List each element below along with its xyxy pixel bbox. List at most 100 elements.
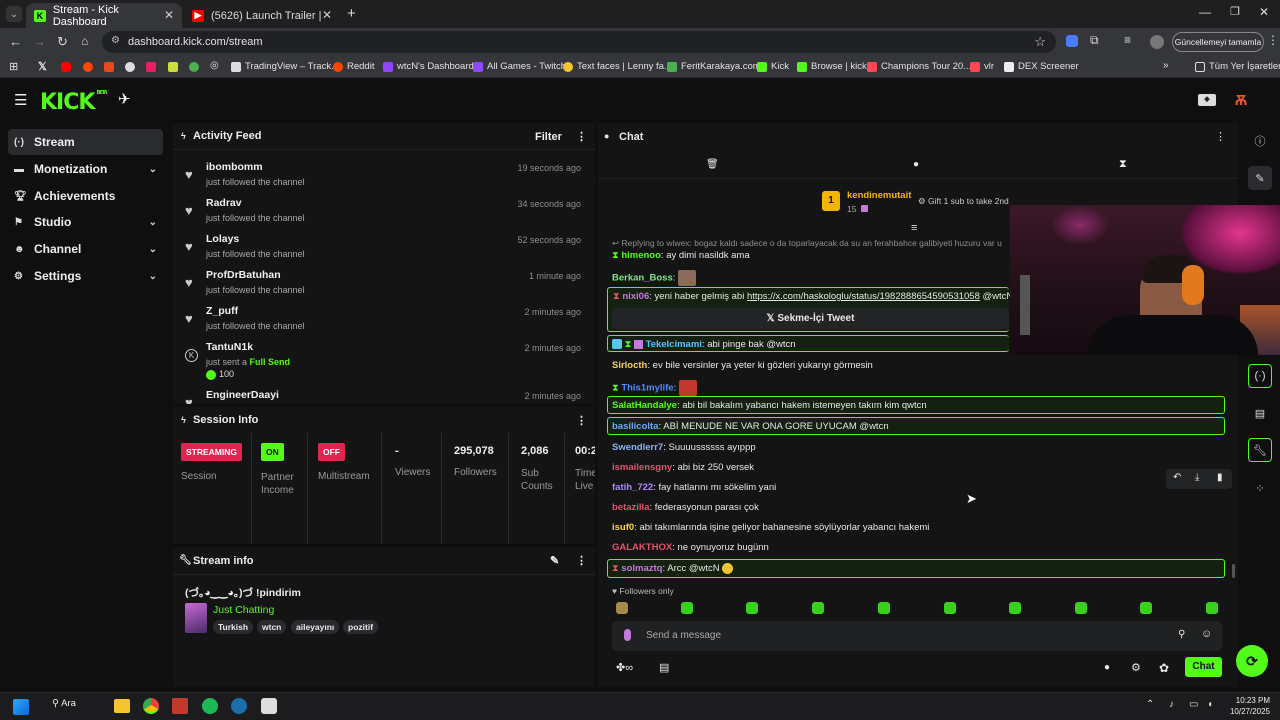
reply-icon[interactable]: ↶ (1173, 472, 1181, 483)
rocket-icon[interactable]: ✈ (118, 90, 131, 108)
sidebar-item-achievements[interactable]: 🏆︎ Achievements (8, 183, 163, 209)
bookmark-browse-kick[interactable]: Browse | kick (797, 61, 867, 72)
tab-search-button[interactable]: ⌄ (6, 6, 22, 22)
spotify-icon[interactable] (202, 698, 218, 714)
tab-youtube[interactable]: ▶ (5626) Launch Trailer | ARC Raid ✕ (184, 3, 340, 28)
bookmark-twitch-dashboard[interactable]: wtcN's Dashboard (383, 61, 474, 72)
dex-header-icon[interactable]: ◈ (1198, 94, 1216, 106)
chat-username[interactable]: GALAKTHOX (612, 542, 672, 553)
apps-dots-icon[interactable]: ⁘ (1248, 476, 1272, 500)
chat-username[interactable]: basilicolta (612, 421, 658, 432)
chat-username[interactable]: solmaztq (621, 563, 662, 574)
chat-bubble-icon[interactable]: ● (1104, 662, 1110, 673)
bookmark-icon[interactable] (104, 62, 114, 72)
bookmark-lenny[interactable]: Text faces | Lenny fa... (563, 61, 672, 72)
menu-dots-icon[interactable]: ⋮ (1267, 33, 1279, 47)
extensions-puzzle-icon[interactable]: ⧉ (1090, 33, 1099, 48)
bookmark-star-icon[interactable]: ☆ (1034, 34, 1046, 50)
close-tab-icon[interactable]: ✕ (164, 8, 174, 22)
expand-pins-icon[interactable]: ≡ (911, 222, 917, 234)
gear-icon[interactable]: ⚙ (1131, 661, 1141, 674)
bookmark-icon[interactable] (168, 62, 178, 72)
bookmark-feritkarakaya[interactable]: FeritKarakaya.com (667, 61, 761, 72)
chat-username[interactable]: ismailensgny (612, 462, 672, 473)
category-link[interactable]: Just Chatting (213, 604, 274, 616)
windows-start-icon[interactable] (13, 699, 29, 715)
chat-bubble-icon[interactable]: ● (913, 159, 919, 170)
people-infinity-icon[interactable]: ✤∞ (616, 661, 633, 674)
bookmark-icon[interactable] (189, 62, 199, 72)
bookmark-dex-screener[interactable]: DEX Screener (1004, 61, 1079, 72)
emote-icon[interactable] (1206, 602, 1218, 614)
bookmark-vlr[interactable]: vlr (970, 61, 994, 72)
hourglass-icon[interactable]: ⧗ (1119, 158, 1127, 171)
more-bookmarks-icon[interactable]: » (1163, 60, 1169, 71)
emote-icon[interactable] (944, 602, 956, 614)
emote-icon[interactable] (1140, 602, 1152, 614)
emote-icon[interactable] (1075, 602, 1087, 614)
x-bookmark-icon[interactable]: 𝕏 (38, 60, 47, 73)
home-icon[interactable]: ⌂ (81, 34, 88, 48)
emote-icon[interactable] (878, 602, 890, 614)
chat-username[interactable]: This1mylife (621, 383, 673, 394)
filter-button[interactable]: Filter (535, 131, 562, 143)
steam-icon[interactable] (231, 698, 247, 714)
back-icon[interactable]: ← (9, 34, 22, 49)
bookmark-tradingview[interactable]: TradingView – Track... (231, 61, 339, 72)
emote-icon[interactable] (681, 602, 693, 614)
apps-grid-icon[interactable]: ⊞ (9, 60, 18, 73)
chat-username[interactable]: fatih_722 (612, 482, 653, 493)
site-info-icon[interactable]: ⚙ (111, 35, 120, 46)
volume-icon[interactable]: ◖ (1207, 699, 1213, 710)
chat-input[interactable]: Send a message ⚲ ☺ (612, 621, 1222, 651)
sidebar-item-settings[interactable]: ⚙ Settings ⌄ (8, 263, 163, 289)
close-tab-icon[interactable]: ✕ (322, 8, 332, 22)
broadcast-icon[interactable]: (·) (1248, 364, 1272, 388)
emote-icon[interactable] (746, 602, 758, 614)
network-icon[interactable]: ▭ (1189, 699, 1198, 710)
microphone-icon[interactable] (624, 629, 631, 641)
wrench-icon[interactable]: 🔧︎ (1248, 438, 1272, 462)
inline-tweet-button[interactable]: 𝕏 Sekme-İçi Tweet (612, 308, 1009, 329)
extension-icon[interactable] (1066, 35, 1078, 47)
reload-icon[interactable]: ↻ (57, 34, 68, 50)
taskbar-search[interactable]: ⚲ Ara (52, 698, 76, 709)
sidebar-item-studio[interactable]: ⚑ Studio ⌄ (8, 209, 163, 235)
bookmark-champions-tour[interactable]: Champions Tour 20... (867, 61, 971, 72)
emote-icon[interactable] (1009, 602, 1021, 614)
leaderboard-entry[interactable]: 1 kendinemutait 15 (822, 189, 922, 217)
info-icon[interactable]: ⓘ (1248, 129, 1272, 153)
emoji-picker-icon[interactable]: ☺ (1201, 628, 1212, 640)
address-bar[interactable]: ⚙ dashboard.kick.com/stream ☆ (102, 31, 1056, 53)
chat-username[interactable]: SalatHandalye (612, 400, 677, 411)
menu-dots-icon[interactable]: ⋮ (576, 554, 587, 567)
close-window-button[interactable]: ✕ (1259, 5, 1269, 19)
update-button[interactable]: Güncellemeyi tamamla (1172, 32, 1264, 52)
emote-icon[interactable] (616, 602, 628, 614)
help-button[interactable]: ⟳ (1236, 645, 1268, 677)
tag-chip[interactable]: Turkish (213, 620, 254, 634)
bookmark-icon[interactable] (125, 62, 135, 72)
sidebar-item-channel[interactable]: ☻ Channel ⌄ (8, 236, 163, 262)
pin-icon[interactable]: ⤓ (1195, 472, 1199, 483)
chat-username[interactable]: betazilla (612, 502, 650, 513)
trash-icon[interactable]: ▮ (1217, 472, 1223, 483)
edit-pencil-icon[interactable]: ✎ (1248, 166, 1272, 190)
recording-app-icon[interactable] (172, 698, 188, 714)
store-icon[interactable]: ▤ (659, 661, 669, 674)
globe-icon[interactable]: ◎ (210, 60, 219, 71)
user-avatar[interactable]: Ѫ (1235, 92, 1253, 109)
translate-icon[interactable]: ⚲ (1178, 629, 1185, 640)
gift-sub-link[interactable]: ⚙ Gift 1 sub to take 2nd (918, 196, 1009, 207)
bookmark-reddit[interactable]: Reddit (333, 61, 374, 72)
menu-dots-icon[interactable]: ⋮ (1215, 130, 1226, 143)
tag-chip[interactable]: pozitif (343, 620, 379, 634)
media-control-icon[interactable]: ≡ (1124, 33, 1131, 47)
tray-chevron-icon[interactable]: ⌃ (1146, 699, 1154, 710)
clock[interactable]: 10:23 PM 10/27/2025 (1226, 695, 1270, 717)
mic-tray-icon[interactable]: ♪ (1169, 699, 1174, 710)
sidebar-item-stream[interactable]: (·) Stream (8, 129, 163, 155)
chat-username[interactable]: Swendlerr7 (612, 442, 663, 453)
file-explorer-icon[interactable] (114, 699, 130, 713)
tag-chip[interactable]: aileyayını (291, 620, 340, 634)
